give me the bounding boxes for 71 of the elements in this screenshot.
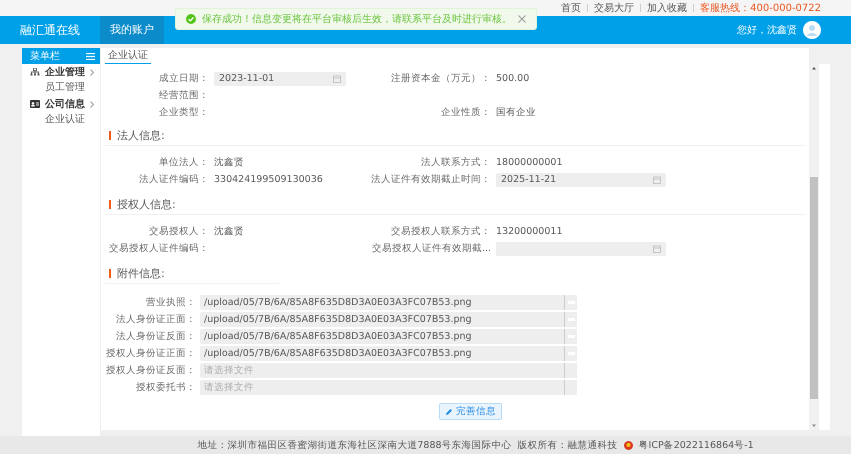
sidebar-title: 菜单栏	[30, 50, 60, 63]
field-value: 500.00	[496, 73, 530, 84]
chevron-right-icon	[90, 100, 94, 108]
toast-message: 保存成功！信息变更将在平台审核后生效，请联系平台及时进行审核。	[202, 12, 512, 26]
field-value: 国有企业	[496, 106, 537, 119]
top-link[interactable]: 首页	[561, 1, 582, 15]
top-link[interactable]: 加入收藏	[647, 1, 688, 15]
close-icon[interactable]	[518, 15, 526, 23]
field-label: 交易授权人证件编码：	[109, 242, 209, 255]
date-field[interactable]: 2023-11-01	[214, 72, 346, 86]
field-value: 沈鑫贤	[214, 225, 245, 238]
field-value: 330424199509130036	[214, 174, 324, 185]
nav-tab[interactable]: 我的账户	[100, 16, 164, 44]
calendar-icon	[653, 244, 661, 252]
field-value: 沈鑫贤	[214, 156, 245, 169]
emblem-icon	[624, 440, 633, 450]
field-label: 授权委托书：	[135, 380, 196, 394]
field-label: 经营范围：	[159, 89, 209, 102]
field-label: 企业类型：	[159, 106, 209, 119]
chevron-right-icon	[90, 68, 94, 76]
field-label: 法人身份证正面：	[115, 312, 196, 326]
pen-icon	[445, 408, 453, 416]
calendar-icon	[653, 176, 661, 184]
browse-button[interactable]	[564, 362, 577, 378]
field-label: 法人身份证反面：	[115, 330, 196, 342]
org-chart-icon	[30, 68, 40, 76]
field-label: 授权人身份证反面：	[105, 364, 196, 376]
field-label: 单位法人：	[159, 156, 209, 169]
section-title: 法人信息:	[117, 128, 165, 142]
menu-item[interactable]: 员工管理	[22, 80, 100, 96]
browse-button[interactable]	[564, 328, 577, 344]
section-title: 授权人信息:	[117, 196, 176, 212]
field-value: 18000000001	[496, 157, 564, 168]
file-field[interactable]: /upload/05/7B/6A/85A8F635D8D3A0E03A3FC07B53.png	[200, 346, 564, 360]
avatar-icon[interactable]	[803, 21, 821, 39]
top-link[interactable]: 交易大厅	[594, 1, 634, 15]
field-value: 13200000011	[496, 226, 564, 237]
browse-button[interactable]	[564, 294, 577, 310]
user-greeting: 您好，沈鑫贤	[737, 24, 797, 37]
field-label: 成立日期：	[159, 72, 209, 85]
menu-group[interactable]: 企业管理	[22, 64, 100, 80]
date-field[interactable]: 2025-11-21	[496, 172, 666, 186]
footer-address: 地址：深圳市福田区香蜜湖街道东海社区深南大道7888号东海国际中心	[197, 438, 512, 452]
footer-copyright: 版权所有：融慧通科技	[518, 438, 618, 452]
menu-item[interactable]: 企业认证	[22, 112, 100, 128]
file-field[interactable]: /upload/05/7B/6A/85A8F635D8D3A0E03A3FC07B53.png	[200, 312, 564, 326]
field-label: 法人联系方式：	[421, 156, 491, 169]
field-label: 授权人身份证正面：	[105, 346, 196, 360]
field-label: 交易授权人证件有效期截...	[372, 242, 491, 255]
date-field[interactable]	[496, 242, 666, 256]
browse-button[interactable]	[564, 346, 577, 360]
browse-button[interactable]	[564, 380, 577, 394]
field-label: 交易授权人联系方式：	[391, 225, 491, 238]
field-label: 交易授权人：	[149, 225, 209, 238]
browse-button[interactable]	[564, 312, 577, 326]
section-title: 附件信息:	[117, 266, 165, 280]
field-label: 企业性质：	[441, 106, 491, 119]
check-circle-icon	[186, 14, 196, 24]
file-field[interactable]: /upload/05/7B/6A/85A8F635D8D3A0E03A3FC07B53.png	[200, 294, 564, 310]
field-label: 营业执照：	[145, 296, 196, 308]
menu-icon[interactable]	[86, 52, 95, 60]
footer-icp: 粤ICP备2022116864号-1	[638, 438, 754, 452]
field-label: 注册资本金（万元）：	[391, 72, 491, 85]
calendar-icon	[333, 74, 341, 82]
file-field[interactable]: /upload/05/7B/6A/85A8F635D8D3A0E03A3FC07B53.png	[200, 328, 564, 344]
complete-info-button[interactable]: 完善信息	[439, 403, 502, 420]
menu-group[interactable]: 公司信息	[22, 96, 100, 112]
field-label: 法人证件有效期截止时间：	[371, 173, 491, 186]
hotline-text: 客服热线：400-000-0722	[700, 2, 821, 15]
field-label: 法人证件编码：	[139, 173, 209, 186]
id-card-icon	[30, 100, 40, 108]
